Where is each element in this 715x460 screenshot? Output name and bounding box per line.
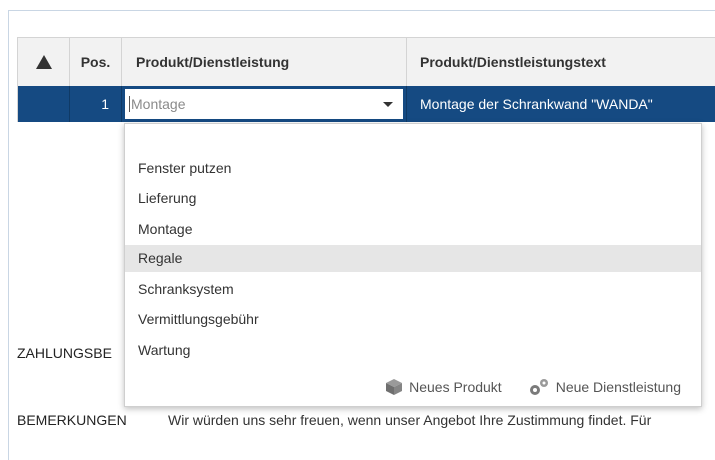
list-item[interactable]: Vermittlungsgebühr (125, 306, 701, 333)
list-item[interactable]: Schranksystem (125, 276, 701, 303)
list-item[interactable]: Montage (125, 216, 701, 243)
table-header: Pos. Produkt/Dienstleistung Produkt/Dien… (17, 37, 715, 87)
product-dropdown[interactable]: Fenster putzen Lieferung Montage Regale … (124, 123, 702, 407)
header-product: Produkt/Dienstleistung (122, 38, 407, 86)
row-pos: 1 (70, 86, 122, 122)
header-warning (17, 38, 70, 86)
gears-icon (528, 378, 550, 396)
list-item[interactable]: Lieferung (125, 185, 701, 212)
list-item[interactable]: Wartung (125, 337, 701, 364)
header-product-text: Produkt/Dienstleistungstext (420, 54, 606, 70)
table-row[interactable]: 1 Montage Montage der Schrankwand "WANDA… (17, 86, 715, 122)
chevron-down-icon[interactable] (383, 101, 393, 107)
new-service-button[interactable]: Neue Dienstleistung (528, 378, 681, 396)
new-product-button[interactable]: Neues Produkt (385, 378, 502, 396)
zahlungsbedingungen-label: ZAHLUNGSBE (17, 345, 112, 361)
list-item[interactable]: Fenster putzen (125, 155, 701, 182)
row-warning-cell (17, 86, 70, 122)
warning-triangle-icon (35, 55, 52, 69)
row-product-cell: Montage (122, 86, 407, 122)
new-product-label: Neues Produkt (409, 379, 502, 395)
list-item[interactable]: Regale (125, 245, 701, 272)
new-service-label: Neue Dienstleistung (555, 379, 681, 395)
bemerkungen-label: BEMERKUNGEN (17, 412, 127, 428)
header-pos: Pos. (70, 38, 122, 86)
product-select[interactable]: Montage (125, 89, 403, 119)
bemerkungen-text[interactable]: Wir würden uns sehr freuen, wenn unser A… (168, 412, 715, 428)
package-icon (385, 378, 403, 396)
row-product-text: Montage der Schrankwand "WANDA" (420, 96, 653, 112)
dropdown-footer: Neues Produkt Neue Dienstleistung (385, 378, 681, 396)
product-select-value: Montage (129, 96, 186, 112)
